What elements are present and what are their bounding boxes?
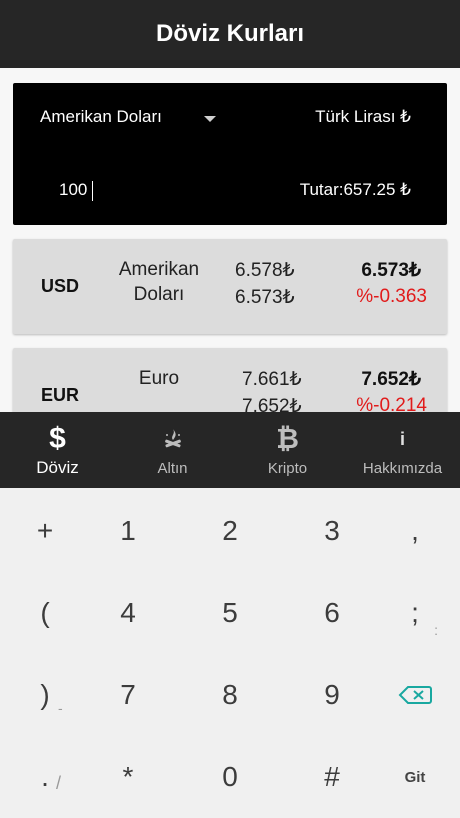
app-header: Döviz Kurları [0,0,460,68]
key-label: 9 [324,679,340,710]
dropdown-caret-icon[interactable] [204,116,216,122]
sell-rate: 7.652₺ [242,396,302,412]
key-plus[interactable]: + [0,496,90,566]
key-label: 7 [120,679,136,710]
key-backspace[interactable] [370,660,460,730]
nav-item-altin[interactable]: Altın [115,412,230,488]
key-label: Git [404,768,426,786]
key-go[interactable]: Git [370,742,460,812]
key-label: # [324,761,340,792]
key-label: 5 [222,597,238,628]
rate-card-usd[interactable]: USD Amerikan Doları 6.578₺ 6.573₺ 6.573₺… [13,239,447,334]
key-label: 4 [120,597,136,628]
key-8[interactable]: 8 [185,660,275,730]
nav-label: Döviz [36,458,79,477]
key-label: 8 [222,679,238,710]
amount-input[interactable]: 100 [59,180,87,200]
nav-label: Altın [157,460,188,477]
key-label: ; [411,597,419,628]
gold-icon [159,424,187,454]
main-content[interactable]: Amerikan Doları Türk Lirası ₺ 100 Tutar:… [0,68,460,412]
key-5[interactable]: 5 [185,578,275,648]
currency-name: Amerikan Doları [118,259,200,305]
nav-label: Hakkımızda [362,460,443,477]
key-label: 6 [324,597,340,628]
key-close-paren[interactable]: ) - [0,660,90,730]
backspace-icon [398,686,432,704]
nav-item-doviz[interactable]: $ Döviz [0,412,115,488]
dollar-icon: $ [49,422,66,455]
key-9[interactable]: 9 [287,660,377,730]
key-semicolon[interactable]: ; : [370,578,460,648]
key-3[interactable]: 3 [287,496,377,566]
current-rate: 6.573₺ [361,260,421,281]
change-percent: %-0.214 [356,395,427,412]
currency-code: EUR [41,385,80,405]
key-label: * [122,761,134,792]
key-1[interactable]: 1 [83,496,173,566]
key-0[interactable]: 0 [185,742,275,812]
key-7[interactable]: 7 [83,660,173,730]
key-label: + [36,515,54,546]
key-6[interactable]: 6 [287,578,377,648]
key-hint: - [58,700,63,716]
bitcoin-icon: ₿ [276,423,299,454]
key-asterisk[interactable]: * [83,742,173,812]
bottom-navigation: $ Döviz Altın ₿ Kripto i Hakkımızda [0,412,460,488]
app-root: Döviz Kurları Amerikan Doları Türk Liras… [0,0,460,818]
rate-card-eur[interactable]: EUR Euro 7.661₺ 7.652₺ 7.652₺ %-0.214 [13,348,447,412]
buy-rate: 7.661₺ [242,369,302,390]
key-hash[interactable]: # [287,742,377,812]
info-icon: i [399,429,405,449]
current-rate: 7.652₺ [361,369,421,390]
currency-name: Euro [138,368,180,389]
total-amount: Tutar:657.25 ₺ [299,180,411,199]
key-2[interactable]: 2 [185,496,275,566]
to-currency-label[interactable]: Türk Lirası ₺ [315,107,411,127]
page-title: Döviz Kurları [155,20,305,47]
change-percent: %-0.363 [356,286,427,307]
key-hint: : [434,622,438,638]
nav-item-hakkimizda[interactable]: i Hakkımızda [345,412,460,488]
key-label: . [41,761,49,792]
from-currency-select[interactable]: Amerikan Doları [40,107,162,127]
buy-rate: 6.578₺ [235,260,295,281]
numeric-keyboard: + 1 2 3 , ( 4 5 6 ; : ) - 7 8 9 . / * 0 … [0,488,460,818]
currency-code: USD [41,276,80,296]
nav-item-kripto[interactable]: ₿ Kripto [230,412,345,488]
key-label: 0 [222,761,238,792]
nav-label: Kripto [267,460,308,477]
text-cursor [92,181,93,201]
key-4[interactable]: 4 [83,578,173,648]
key-label: ) [40,679,50,710]
converter-card: Amerikan Doları Türk Lirası ₺ 100 Tutar:… [13,83,447,225]
key-comma[interactable]: , [370,496,460,566]
key-label: ( [40,597,50,628]
key-label: 3 [324,515,340,546]
key-label: 2 [222,515,238,546]
key-period[interactable]: . / [0,742,90,812]
sell-rate: 6.573₺ [235,287,295,308]
key-hint: / [56,773,62,793]
key-label: 1 [120,515,136,546]
key-label: , [411,515,419,546]
key-open-paren[interactable]: ( [0,578,90,648]
